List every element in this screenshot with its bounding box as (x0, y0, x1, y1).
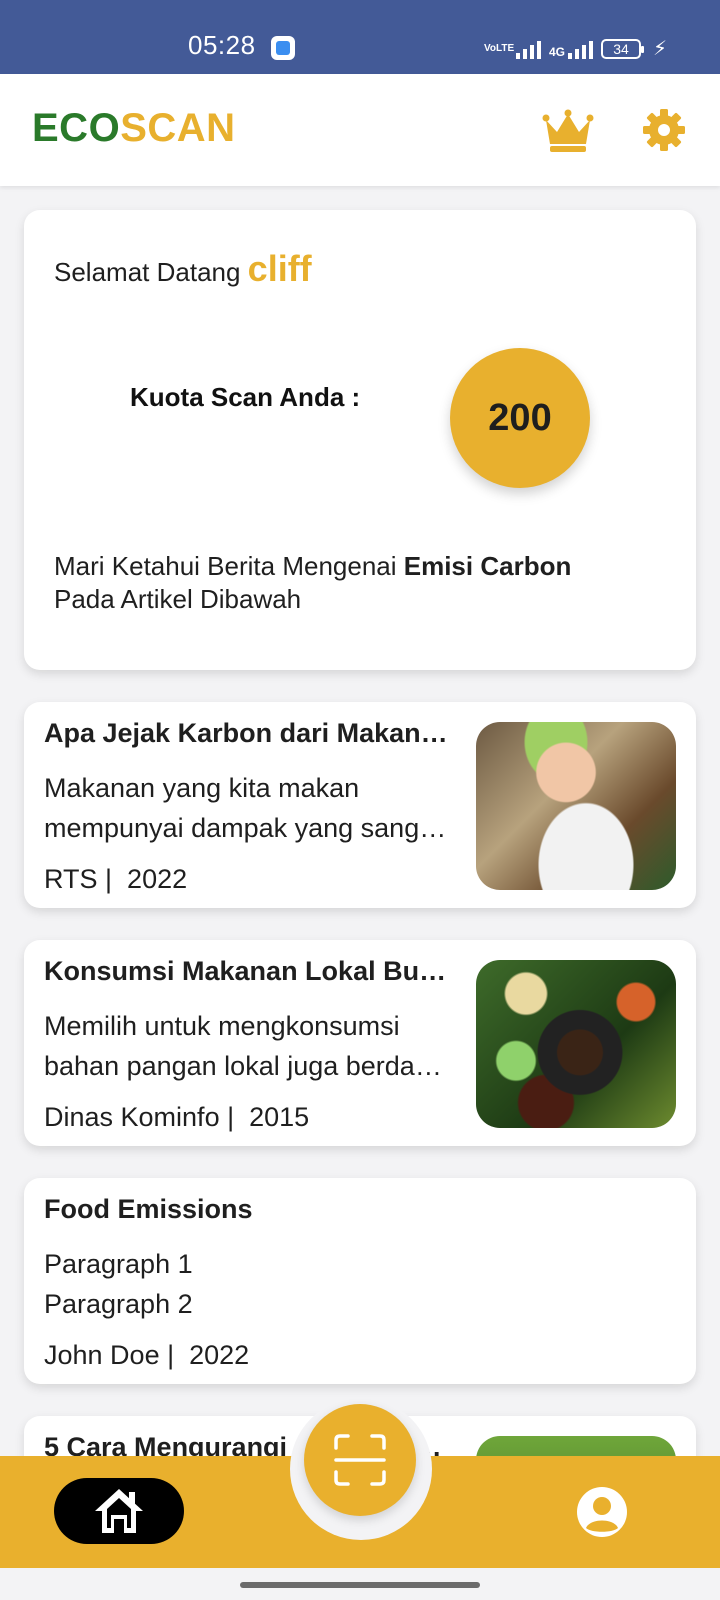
article-thumbnail (476, 722, 676, 890)
scan-icon (334, 1434, 386, 1486)
gear-icon[interactable] (642, 108, 686, 152)
article-title: Konsumsi Makanan Lokal Bukan Hanya (44, 956, 452, 986)
article-meta: Dinas Kominfo | 2015 (44, 1102, 310, 1132)
logo-eco: ECO (32, 106, 121, 150)
article-thumbnail (476, 960, 676, 1128)
article-description: Makanan yang kita makan mempunyai dampak… (44, 773, 454, 843)
signal-icon (516, 39, 541, 59)
logo-scan: SCAN (120, 106, 236, 150)
article-card[interactable]: Food Emissions Paragraph 1 Paragraph 2 J… (24, 1178, 696, 1384)
home-button[interactable] (54, 1478, 184, 1544)
article-year: 2015 (249, 1102, 310, 1132)
article-card[interactable]: Apa Jejak Karbon dari Makanan Kita? Maka… (24, 702, 696, 908)
info-text: Mari Ketahui Berita Mengenai Emisi Carbo… (54, 551, 572, 614)
app-notification-icon (271, 36, 295, 60)
charging-icon: ⚡ (653, 38, 668, 60)
article-title: Food Emissions (44, 1194, 253, 1224)
welcome-card: Selamat Datang cliff Kuota Scan Anda : 2… (24, 210, 696, 670)
username: cliff (247, 248, 312, 289)
article-source: RTS (44, 864, 98, 894)
quota-badge: 200 (450, 348, 590, 488)
battery-icon: 34 (601, 38, 645, 59)
article-year: 2022 (127, 864, 188, 894)
info-highlight: Emisi Carbon (403, 551, 572, 581)
article-description: Paragraph 1 Paragraph 2 (44, 1249, 193, 1319)
article-title: Apa Jejak Karbon dari Makanan Kita? (44, 718, 452, 748)
quota-label: Kuota Scan Anda : (130, 382, 361, 412)
article-card[interactable]: Konsumsi Makanan Lokal Bukan Hanya Memil… (24, 940, 696, 1146)
status-time: 05:28 (188, 30, 256, 60)
app-header: ECOSCAN (0, 74, 720, 186)
system-icons: VoLTE 4G 34 ⚡ (484, 36, 667, 61)
status-bar: 05:28 VoLTE 4G 34 ⚡ (0, 0, 720, 74)
home-icon (95, 1489, 143, 1533)
app-logo: ECOSCAN (32, 106, 236, 151)
scan-button[interactable] (304, 1404, 416, 1516)
article-meta: John Doe | 2022 (44, 1340, 250, 1370)
article-description: Memilih untuk mengkonsumsi bahan pangan … (44, 1011, 454, 1081)
article-source: John Doe (44, 1340, 160, 1370)
signal-4g-icon: 4G (549, 39, 594, 59)
article-source: Dinas Kominfo (44, 1102, 220, 1132)
greeting-text: Selamat Datang cliff (54, 248, 312, 289)
article-year: 2022 (189, 1340, 250, 1370)
profile-icon[interactable] (576, 1486, 628, 1538)
home-gesture-handle[interactable] (240, 1582, 480, 1588)
volte-icon: VoLTE (484, 42, 515, 54)
article-meta: RTS | 2022 (44, 864, 188, 894)
crown-icon[interactable] (542, 108, 594, 154)
system-navigation-bar (0, 1568, 720, 1600)
